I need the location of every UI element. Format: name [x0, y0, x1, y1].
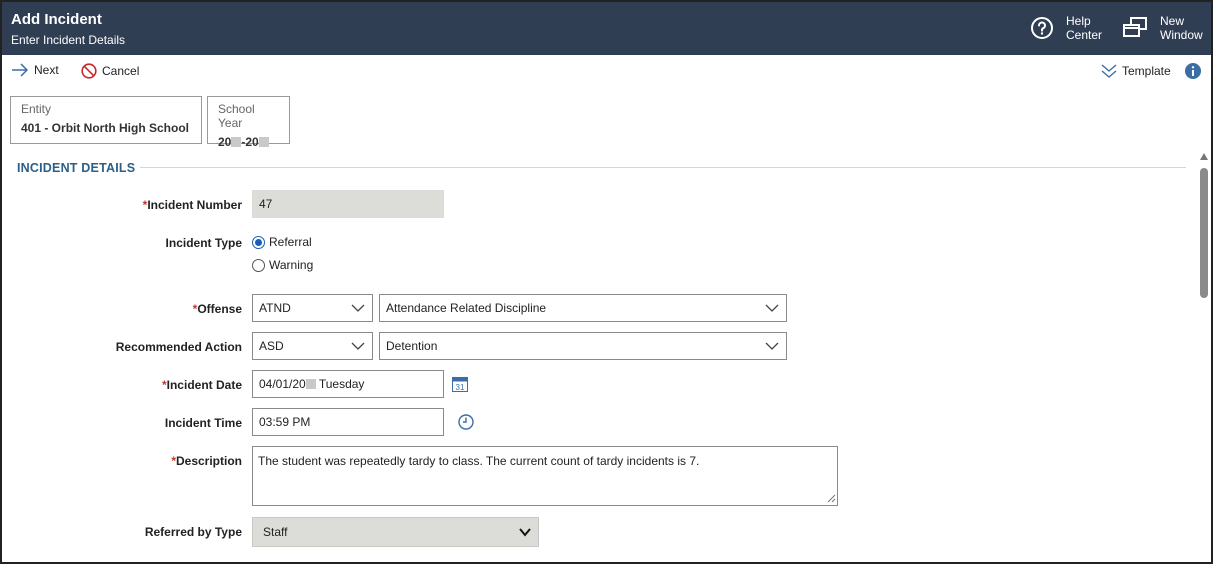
incident-type-label: Incident Type: [165, 236, 242, 250]
section-title: INCIDENT DETAILS: [17, 161, 136, 175]
template-label: Template: [1122, 64, 1171, 78]
clock-icon[interactable]: [458, 414, 474, 430]
description-textarea[interactable]: The student was repeatedly tardy to clas…: [252, 446, 838, 506]
incident-number-label: *Incident Number: [142, 198, 242, 212]
incident-number-field: 47: [252, 190, 444, 218]
cancel-icon: [81, 63, 97, 79]
school-year-box[interactable]: School Year 20 -20: [207, 96, 290, 149]
school-year-value: 20 -20: [218, 135, 279, 149]
offense-label: *Offense: [192, 302, 242, 316]
radio-referral-label: Referral: [269, 235, 312, 249]
help-center-button[interactable]: Help Center: [1030, 14, 1102, 42]
help-label-line1: Help: [1066, 14, 1091, 28]
recommended-action-desc-select[interactable]: Detention: [379, 332, 787, 360]
recommended-action-label: Recommended Action: [115, 340, 242, 354]
radio-referral[interactable]: Referral: [252, 235, 312, 249]
offense-desc-select[interactable]: Attendance Related Discipline: [379, 294, 787, 322]
chevron-down-icon: [519, 528, 531, 537]
page-title: Add Incident: [11, 11, 102, 28]
help-icon: [1031, 17, 1053, 39]
chevron-down-icon: [351, 342, 365, 350]
next-label: Next: [34, 63, 59, 77]
referred-by-type-select[interactable]: Staff: [252, 517, 539, 547]
double-chevron-down-icon: [1101, 64, 1117, 78]
incident-time-input[interactable]: 03:59 PM: [252, 408, 444, 436]
incident-time-label: Incident Time: [164, 416, 242, 430]
radio-warning-label: Warning: [269, 258, 314, 272]
scroll-up-icon[interactable]: [1200, 153, 1208, 160]
page-header: Add Incident Enter Incident Details Help…: [0, 0, 1213, 55]
entity-value: 401 - Orbit North High School: [21, 121, 190, 135]
redacted-mark: [305, 379, 316, 389]
template-button[interactable]: Template: [1101, 63, 1171, 79]
toolbar: Next Cancel Template: [0, 55, 1213, 90]
redacted-mark: [231, 137, 242, 147]
description-label: *Description: [171, 454, 242, 468]
incident-date-label: *Incident Date: [161, 378, 242, 392]
school-year-part2: -20: [241, 135, 259, 149]
scroll-thumb[interactable]: [1200, 168, 1208, 298]
radio-button[interactable]: [252, 235, 265, 249]
entity-label: Entity: [21, 102, 52, 116]
chevron-down-icon: [765, 304, 779, 312]
referred-by-type-label: Referred by Type: [144, 525, 242, 539]
vertical-scrollbar[interactable]: [1197, 148, 1211, 562]
school-year-part1: 20: [218, 135, 232, 149]
calendar-icon[interactable]: 31: [452, 376, 468, 392]
next-button[interactable]: Next: [11, 63, 59, 77]
arrow-right-icon: [12, 63, 29, 77]
incident-date-input[interactable]: 04/01/20 Tuesday: [252, 370, 444, 398]
page-subtitle: Enter Incident Details: [11, 33, 126, 47]
redacted-mark: [258, 137, 269, 147]
entity-box[interactable]: Entity 401 - Orbit North High School: [10, 96, 202, 144]
radio-button[interactable]: [252, 258, 265, 272]
radio-warning[interactable]: Warning: [252, 258, 313, 272]
info-icon: [1185, 63, 1201, 79]
new-window-label-line1: New: [1160, 14, 1185, 28]
info-button[interactable]: [1185, 63, 1206, 79]
chevron-down-icon: [351, 304, 365, 312]
new-window-icon: [1123, 17, 1147, 37]
chevron-down-icon: [765, 342, 779, 350]
cancel-label: Cancel: [102, 64, 140, 78]
new-window-label-line2: Window: [1160, 28, 1203, 42]
help-label-line2: Center: [1066, 28, 1103, 42]
offense-code-select[interactable]: ATND: [252, 294, 373, 322]
svg-text:31: 31: [456, 383, 465, 392]
section-divider: [140, 167, 1186, 168]
resize-grip-icon[interactable]: [827, 494, 836, 503]
school-year-label: School Year: [218, 102, 255, 130]
new-window-button[interactable]: New Window: [1122, 14, 1203, 42]
recommended-action-code-select[interactable]: ASD: [252, 332, 373, 360]
cancel-button[interactable]: Cancel: [81, 63, 139, 79]
